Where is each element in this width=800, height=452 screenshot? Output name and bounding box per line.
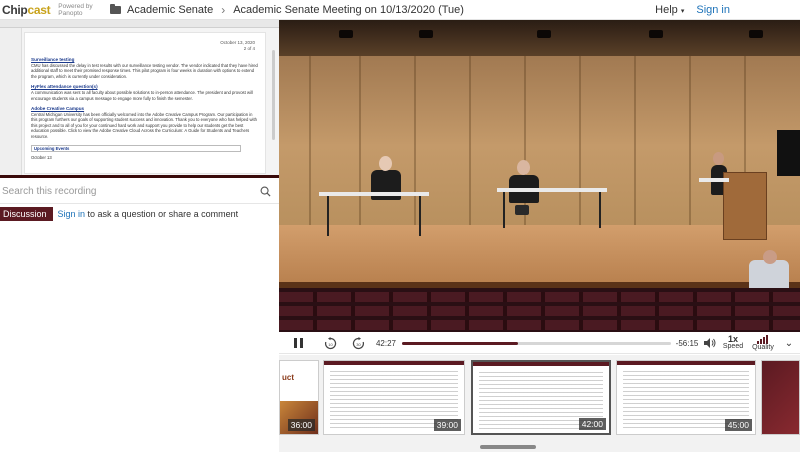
slide-divider: [0, 175, 279, 178]
slide-thumbnail-strip: [0, 28, 22, 177]
pause-icon: [293, 338, 303, 348]
thumbnail-time: 42:00: [578, 418, 606, 430]
remaining-time: -56:15: [675, 338, 699, 348]
volume-button[interactable]: [703, 332, 717, 354]
more-options-button[interactable]: ⌄: [782, 332, 796, 354]
slide-next-item: October 13: [31, 155, 52, 161]
breadcrumb: Academic Senate › Academic Senate Meetin…: [110, 3, 464, 17]
session-title: Academic Senate Meeting on 10/13/2020 (T…: [233, 3, 464, 16]
video-player[interactable]: [279, 20, 800, 332]
discussion-sign-in-link[interactable]: Sign in: [58, 209, 86, 219]
discussion-prompt: Sign in to ask a question or share a com…: [57, 209, 239, 219]
table-center: [497, 188, 607, 192]
forward-button[interactable]: 30: [351, 332, 365, 354]
header-sign-in-link[interactable]: Sign in: [696, 4, 730, 16]
top-bar: Chipcast Powered by Panopto Academic Sen…: [0, 0, 800, 20]
search-icon[interactable]: [260, 186, 271, 197]
player-controls: 10 30 42:27 -56:15 1x Speed Quality ⌄: [279, 332, 800, 354]
slide-section: Adobe Creative Campus Central Michigan U…: [31, 106, 257, 139]
rewind-button[interactable]: 10: [323, 332, 337, 354]
thumbnail[interactable]: [761, 360, 800, 435]
chevron-right-icon: ›: [221, 2, 226, 17]
header-actions: Help ▾ Sign in: [655, 0, 800, 20]
breadcrumb-folder[interactable]: Academic Senate: [127, 4, 213, 16]
elapsed-time: 42:27: [375, 338, 397, 348]
table-left: [319, 192, 429, 196]
quality-button[interactable]: Quality: [749, 332, 777, 354]
app-root: Chipcast Powered by Panopto Academic Sen…: [0, 0, 800, 452]
progress-fill: [402, 342, 518, 345]
thumbnail-scrollbar[interactable]: [480, 445, 536, 449]
podium: [723, 172, 767, 240]
stage-floor: [279, 225, 800, 285]
chipcast-logo[interactable]: Chipcast Powered by Panopto: [0, 3, 96, 17]
svg-text:30: 30: [356, 342, 361, 347]
pause-button[interactable]: [291, 332, 305, 354]
thumbnail-time: 39:00: [433, 419, 461, 431]
speed-button[interactable]: 1x Speed: [721, 332, 745, 354]
slide-viewer[interactable]: October 13, 2020 2 of 4 Surveillance tes…: [0, 20, 279, 178]
volume-icon: [704, 338, 716, 348]
logo-text: Chipcast: [2, 2, 51, 17]
slide-section: HyFlex attendance question(s) A communic…: [31, 84, 253, 101]
slide-section: Surveillance testing CMU has discussed t…: [31, 57, 258, 79]
svg-text:10: 10: [328, 342, 333, 347]
thumbnail-strip: uct 36:00 39:00 42:00 45:00: [279, 355, 800, 452]
thumbnail[interactable]: 39:00: [323, 360, 465, 435]
powered-by: Powered by Panopto: [58, 2, 93, 17]
slide-toolbar: [0, 20, 279, 28]
help-menu[interactable]: Help ▾: [655, 4, 684, 16]
chevron-down-icon: ⌄: [784, 337, 794, 349]
thumbnail-label: uct: [282, 373, 294, 382]
thumbnail[interactable]: uct 36:00: [279, 360, 319, 435]
slide-date: October 13, 2020 2 of 4: [220, 40, 255, 51]
thumbnail[interactable]: 45:00: [616, 360, 756, 435]
auditorium-seats: [279, 288, 800, 332]
upcoming-events-header: Upcoming Events: [31, 145, 241, 153]
thumbnail-time: 45:00: [724, 419, 752, 431]
quality-icon: [757, 334, 768, 344]
rewind-icon: 10: [324, 336, 336, 349]
slide-page: October 13, 2020 2 of 4 Surveillance tes…: [24, 32, 266, 174]
thumbnail-current[interactable]: 42:00: [471, 360, 611, 435]
fast-forward-icon: 30: [352, 336, 364, 349]
discussion-tab[interactable]: Discussion: [0, 207, 53, 221]
search-bar: [0, 180, 279, 204]
chevron-down-icon: ▾: [680, 8, 685, 15]
folder-icon: [110, 3, 121, 14]
thumbnail-time: 36:00: [287, 419, 315, 431]
discussion-row: Discussion Sign in to ask a question or …: [0, 207, 238, 221]
progress-bar[interactable]: [402, 342, 671, 345]
slide-scrollbar[interactable]: [272, 50, 275, 140]
search-input[interactable]: [0, 186, 250, 197]
video-background: [279, 20, 800, 230]
